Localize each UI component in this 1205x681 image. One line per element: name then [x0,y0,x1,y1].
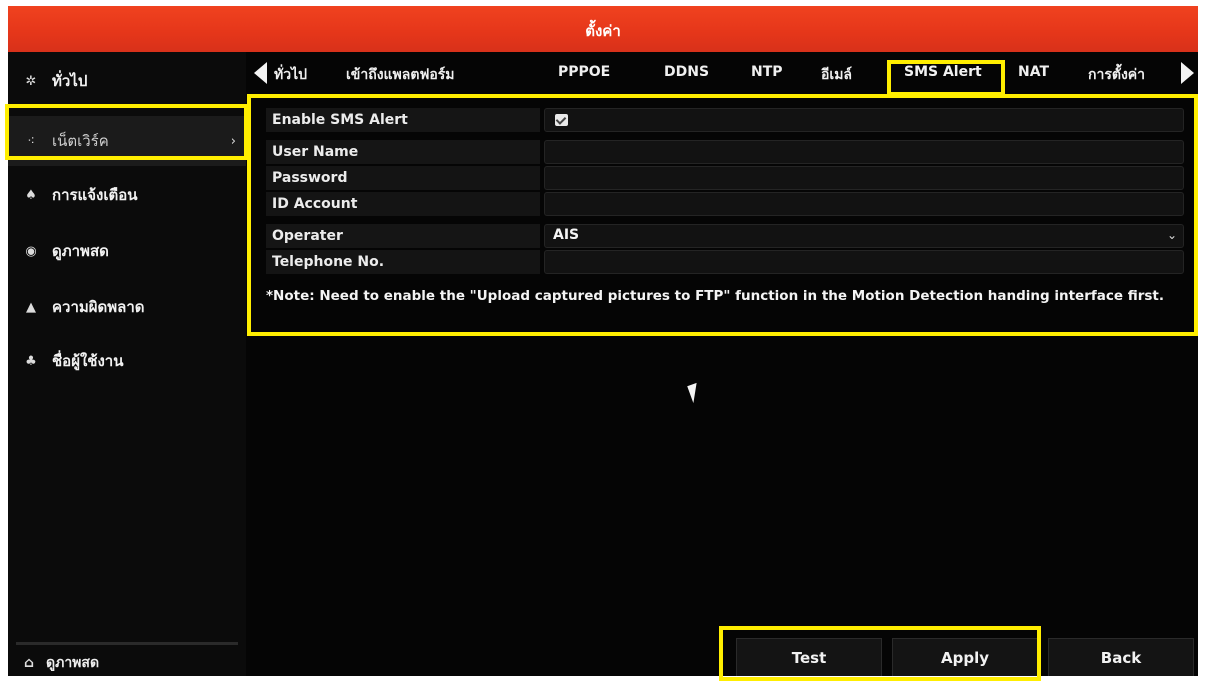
users-icon: ♣ [25,353,37,369]
sidebar-item-general[interactable]: ✲ ทั่วไป [8,56,246,106]
test-button[interactable]: Test [736,638,882,676]
operator-selected-value: AIS [553,227,580,243]
enable-sms-alert-row: Enable SMS Alert [266,108,1184,132]
username-label: User Name [266,140,540,164]
title-bar: ตั้งค่า [8,6,1198,52]
tab-pppoe[interactable]: PPPOE [558,64,610,80]
back-button[interactable]: Back [1048,638,1194,676]
home-icon: ⌂ [23,655,35,671]
window-title: ตั้งค่า [585,22,621,40]
tab-platform-access[interactable]: เข้าถึงแพลตฟอร์ม [346,64,455,86]
telephone-input[interactable] [544,250,1184,274]
enable-sms-alert-label: Enable SMS Alert [266,108,540,132]
network-icon: ⁖ [27,133,35,149]
telephone-label: Telephone No. [266,250,540,274]
mouse-pointer-icon [687,382,703,404]
tab-email[interactable]: อีเมล์ [821,64,852,86]
tab-ntp[interactable]: NTP [751,64,783,80]
eye-icon: ◉ [25,243,37,259]
gear-icon: ✲ [25,73,37,89]
sidebar-item-label: ชื่อผู้ใช้งาน [52,352,124,370]
sidebar-item-network[interactable]: ⁖ เน็ตเวิร์ค › [8,116,246,166]
id-account-label: ID Account [266,192,540,216]
ftp-note-text: *Note: Need to enable the "Upload captur… [266,288,1164,304]
enable-sms-alert-field [544,108,1184,132]
password-row: Password [266,166,1184,190]
username-row: User Name [266,140,1184,164]
dvr-settings-screen: ตั้งค่า ✲ ทั่วไป ⁖ เน็ตเวิร์ค › ♠ การแจ้… [8,6,1198,676]
username-input[interactable] [544,140,1184,164]
chevron-down-icon: ⌄ [1166,228,1177,242]
operator-row: Operater AIS ⌄ [266,224,1184,248]
sidebar-item-users[interactable]: ♣ ชื่อผู้ใช้งาน [8,336,246,386]
sidebar-item-alarm[interactable]: ♠ การแจ้งเตือน [8,170,246,220]
chevron-right-icon: › [230,133,236,149]
tab-scroll-right-icon[interactable] [1181,62,1194,84]
tab-nat[interactable]: NAT [1018,64,1049,80]
password-input[interactable] [544,166,1184,190]
enable-sms-alert-checkbox[interactable] [555,114,568,126]
sidebar-divider [16,642,238,645]
bell-icon: ♠ [25,187,37,203]
tab-sms-alert[interactable]: SMS Alert [904,64,982,80]
sidebar-item-live-view[interactable]: ◉ ดูภาพสด [8,226,246,276]
sidebar-bottom-live-view[interactable]: ⌂ ดูภาพสด [8,650,246,676]
sidebar-item-exception[interactable]: ▲ ความผิดพลาด [8,282,246,332]
id-account-input[interactable] [544,192,1184,216]
apply-button[interactable]: Apply [892,638,1038,676]
tab-ddns[interactable]: DDNS [664,64,709,80]
sidebar: ✲ ทั่วไป ⁖ เน็ตเวิร์ค › ♠ การแจ้งเตือน ◉… [8,52,246,676]
sidebar-bottom-label: ดูภาพสด [46,655,100,671]
sidebar-item-label: ความผิดพลาด [52,298,145,316]
tab-more-settings[interactable]: การตั้งค่า [1088,64,1145,86]
tab-general[interactable]: ทั่วไป [274,64,307,86]
tab-scroll-left-icon[interactable] [254,62,267,84]
id-account-row: ID Account [266,192,1184,216]
telephone-row: Telephone No. [266,250,1184,274]
sidebar-item-label: ดูภาพสด [52,242,109,260]
tab-bar: ทั่วไป เข้าถึงแพลตฟอร์ม PPPOE DDNS NTP อ… [246,52,1198,94]
operator-label: Operater [266,224,540,248]
warning-icon: ▲ [26,299,36,315]
sidebar-item-label: ทั่วไป [52,72,88,90]
operator-select[interactable]: AIS ⌄ [544,224,1184,248]
sidebar-item-label: เน็ตเวิร์ค [52,132,109,150]
sidebar-item-label: การแจ้งเตือน [52,186,138,204]
password-label: Password [266,166,540,190]
